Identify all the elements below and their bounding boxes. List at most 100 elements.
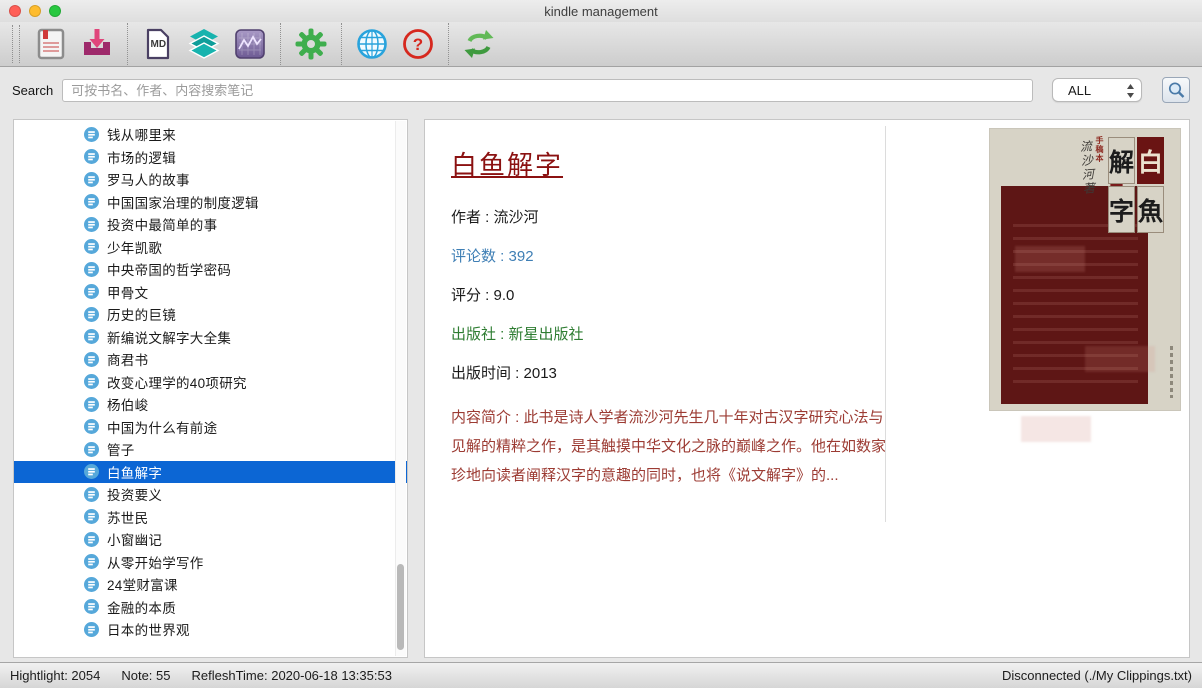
book-list-item[interactable]: 从零开始学写作 (14, 551, 407, 574)
book-title-label: 改变心理学的40项研究 (107, 372, 247, 392)
book-list: 钱从哪里来 市场的逻辑 罗马人的故事 中国国家治理的制度逻辑 (14, 120, 407, 641)
import-clippings-button[interactable] (79, 26, 115, 62)
book-title-label: 白鱼解字 (107, 462, 162, 482)
book-list-item[interactable]: 投资中最简单的事 (14, 213, 407, 236)
close-window-button[interactable] (9, 5, 21, 17)
notes-icon (34, 27, 68, 61)
toolbar: MD (0, 22, 1202, 67)
refresh-icon (462, 27, 496, 61)
sidebar-scrollbar-thumb[interactable] (397, 564, 404, 650)
notes-button[interactable] (33, 26, 69, 62)
book-list-item[interactable]: 投资要义 (14, 483, 407, 506)
title-bar: kindle management (0, 0, 1202, 22)
book-note-icon (84, 464, 99, 479)
book-list-item[interactable]: 少年凯歌 (14, 236, 407, 259)
book-note-icon (84, 329, 99, 344)
book-list-item[interactable]: 金融的本质 (14, 596, 407, 619)
book-title-label: 从零开始学写作 (107, 552, 204, 572)
book-note-icon (84, 217, 99, 232)
status-note-count: Note: 55 (121, 668, 170, 683)
field-value: 9.0 (494, 287, 515, 304)
toolbar-separator (280, 23, 281, 65)
website-button[interactable] (354, 26, 390, 62)
import-icon (80, 27, 114, 61)
book-title-label: 中央帝国的哲学密码 (107, 259, 231, 279)
field-label: 出版时间 (451, 365, 511, 382)
field-separator: : (481, 287, 494, 304)
field-label: 内容简介 (451, 409, 511, 426)
book-title-label: 中国为什么有前途 (107, 417, 217, 437)
settings-button[interactable] (293, 26, 329, 62)
zoom-window-button[interactable] (49, 5, 61, 17)
statistics-button[interactable] (232, 26, 268, 62)
book-note-icon (84, 194, 99, 209)
detail-field: 出版社 : 新星出版社 (451, 325, 887, 345)
search-bar: Search ALL (0, 68, 1202, 112)
detail-field: 出版时间 : 2013 (451, 364, 887, 384)
book-title-link[interactable]: 白鱼解字 (451, 145, 563, 182)
book-list-item[interactable]: 历史的巨镜 (14, 303, 407, 326)
cover-stamp-text: 手稿本 (1094, 136, 1105, 163)
book-title-label: 中国国家治理的制度逻辑 (107, 192, 259, 212)
search-input[interactable] (62, 79, 1033, 102)
book-list-item[interactable]: 甲骨文 (14, 281, 407, 304)
book-list-item[interactable]: 商君书 (14, 348, 407, 371)
book-title-label: 小窗幽记 (107, 529, 162, 549)
book-list-item[interactable]: 杨伯峻 (14, 393, 407, 416)
help-icon: ? (401, 27, 435, 61)
layers-button[interactable] (186, 26, 222, 62)
book-fields: 作者 : 流沙河 评论数 : 392 评分 : 9.0 出版社 : 新星出版社 … (451, 208, 887, 490)
field-label: 评分 (451, 287, 481, 304)
book-list-item[interactable]: 24堂财富课 (14, 573, 407, 596)
book-list-item[interactable]: 市场的逻辑 (14, 146, 407, 169)
svg-text:?: ? (413, 35, 423, 54)
search-button[interactable] (1162, 77, 1190, 103)
book-list-item[interactable]: 罗马人的故事 (14, 168, 407, 191)
chevron-up-down-icon (1126, 83, 1135, 99)
sidebar-scrollbar[interactable] (395, 121, 406, 656)
book-note-icon (84, 172, 99, 187)
book-list-item[interactable]: 小窗幽记 (14, 528, 407, 551)
book-list-item[interactable]: 管子 (14, 438, 407, 461)
window-controls (9, 5, 61, 17)
book-note-icon (84, 419, 99, 434)
book-note-icon (84, 284, 99, 299)
book-list-item[interactable]: 中国为什么有前途 (14, 416, 407, 439)
book-list-item[interactable]: 钱从哪里来 (14, 123, 407, 146)
book-list-item[interactable]: 中国国家治理的制度逻辑 (14, 191, 407, 214)
book-list-item[interactable]: 改变心理学的40项研究 (14, 371, 407, 394)
book-list-item[interactable]: 白鱼解字 (14, 461, 407, 484)
status-highlight-count: Hightlight: 2054 (10, 668, 100, 683)
book-detail-panel: 白鱼解字 作者 : 流沙河 评论数 : 392 评分 : 9.0 出版社 : 新… (424, 119, 1190, 658)
app-window: kindle management MD (0, 0, 1202, 688)
book-list-item[interactable]: 中央帝国的哲学密码 (14, 258, 407, 281)
field-label: 评论数 (451, 248, 496, 265)
book-title-label: 少年凯歌 (107, 237, 162, 257)
refresh-button[interactable] (461, 26, 497, 62)
search-filter-dropdown[interactable]: ALL (1052, 78, 1142, 102)
status-bar: Hightlight: 2054 Note: 55 RefleshTime: 2… (0, 662, 1202, 688)
book-list-item[interactable]: 新编说文解字大全集 (14, 326, 407, 349)
book-title-label: 钱从哪里来 (107, 124, 176, 144)
book-note-icon (84, 554, 99, 569)
minimize-window-button[interactable] (29, 5, 41, 17)
detail-divider (885, 126, 886, 522)
book-detail: 白鱼解字 作者 : 流沙河 评论数 : 392 评分 : 9.0 出版社 : 新… (451, 120, 887, 490)
search-label: Search (12, 83, 53, 98)
book-title-label: 新编说文解字大全集 (107, 327, 231, 347)
book-note-icon (84, 509, 99, 524)
book-note-icon (84, 127, 99, 142)
field-label: 作者 (451, 209, 481, 226)
book-note-icon (84, 239, 99, 254)
book-list-item[interactable]: 苏世民 (14, 506, 407, 529)
toolbar-drag-handle (12, 25, 20, 63)
markdown-export-button[interactable]: MD (140, 26, 176, 62)
book-note-icon (84, 487, 99, 502)
main-area: 钱从哪里来 市场的逻辑 罗马人的故事 中国国家治理的制度逻辑 (0, 112, 1202, 662)
help-button[interactable]: ? (400, 26, 436, 62)
search-icon (1167, 81, 1186, 100)
book-list-item[interactable]: 日本的世界观 (14, 618, 407, 641)
markdown-file-icon: MD (141, 27, 175, 61)
field-separator: : (496, 326, 509, 343)
status-connection: Disconnected (./My Clippings.txt) (1002, 668, 1192, 683)
